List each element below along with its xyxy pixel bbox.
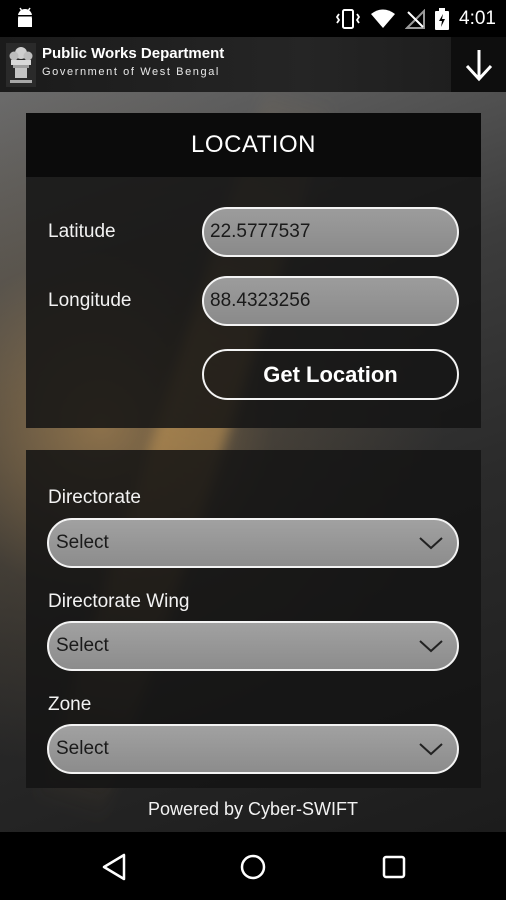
- chevron-down-icon: [419, 743, 443, 756]
- no-signal-icon: [405, 8, 426, 29]
- download-icon: [465, 49, 492, 81]
- vibrate-icon: [335, 8, 361, 29]
- android-icon: [16, 7, 34, 27]
- status-bar: 4:01: [0, 0, 506, 37]
- longitude-field[interactable]: 88.4323256: [202, 276, 459, 326]
- longitude-value: 88.4323256: [210, 290, 311, 311]
- longitude-label: Longitude: [48, 290, 132, 311]
- get-location-button[interactable]: Get Location: [202, 349, 459, 400]
- chevron-down-icon: [419, 537, 443, 550]
- navigation-bar: [0, 832, 506, 900]
- directorate-wing-value: Select: [56, 635, 109, 656]
- recents-icon[interactable]: [379, 852, 409, 882]
- download-button[interactable]: [451, 37, 506, 92]
- app-bar: Public Works Department Government of We…: [0, 37, 506, 92]
- chevron-down-icon: [419, 640, 443, 653]
- directorate-wing-select[interactable]: Select: [47, 621, 459, 671]
- wifi-icon: [371, 9, 396, 28]
- directorate-select[interactable]: Select: [47, 518, 459, 568]
- powered-by-text: Powered by Cyber-SWIFT: [147, 799, 359, 819]
- app-subtitle: Government of West Bengal: [42, 66, 220, 78]
- selection-panel: Directorate Select Directorate Wing Sele…: [26, 450, 481, 788]
- status-time: 4:01: [459, 7, 496, 29]
- emblem-logo: [6, 43, 36, 87]
- zone-label: Zone: [48, 694, 92, 715]
- home-icon[interactable]: [238, 852, 268, 882]
- directorate-wing-label: Directorate Wing: [48, 591, 190, 612]
- latitude-label: Latitude: [48, 221, 116, 242]
- latitude-field[interactable]: 22.5777537: [202, 207, 459, 257]
- battery-charging-icon: [435, 7, 450, 30]
- location-heading: LOCATION: [26, 113, 481, 177]
- zone-value: Select: [56, 738, 109, 759]
- latitude-value: 22.5777537: [210, 221, 311, 242]
- directorate-label: Directorate: [48, 487, 141, 508]
- location-panel: LOCATION Latitude 22.5777537 Longitude 8…: [26, 113, 481, 428]
- app-title: Public Works Department: [42, 45, 225, 62]
- directorate-value: Select: [56, 532, 109, 553]
- back-icon[interactable]: [100, 852, 130, 882]
- zone-select[interactable]: Select: [47, 724, 459, 774]
